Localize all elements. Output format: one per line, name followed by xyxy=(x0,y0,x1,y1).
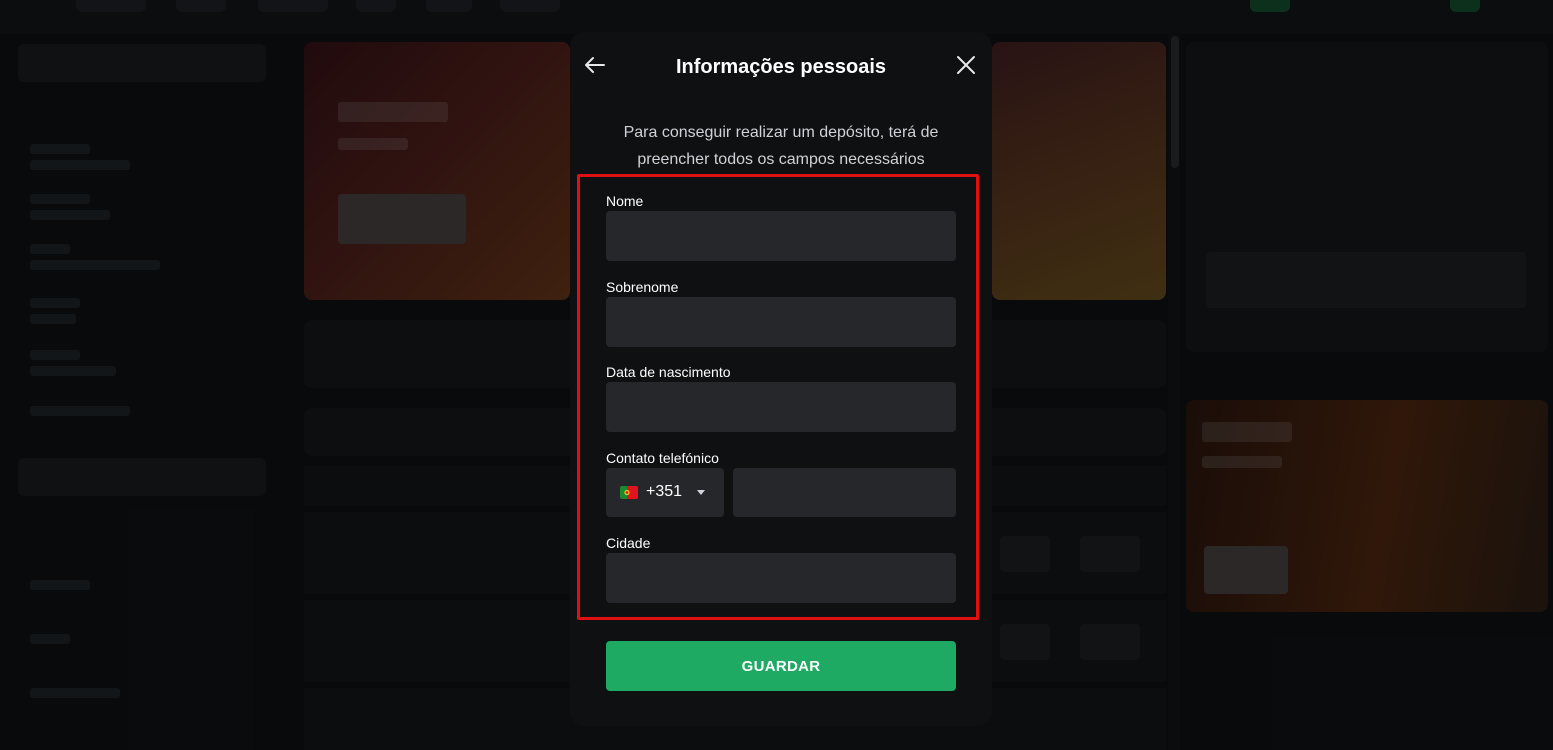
country-code-select[interactable]: +351 xyxy=(606,468,724,517)
city-label: Cidade xyxy=(606,535,651,551)
birth-date-input[interactable] xyxy=(606,382,956,432)
save-button[interactable]: GUARDAR xyxy=(606,641,956,691)
first-name-label: Nome xyxy=(606,193,644,209)
last-name-input[interactable] xyxy=(606,297,956,347)
portugal-flag-icon xyxy=(620,486,638,499)
modal-header: Informações pessoais xyxy=(570,32,992,102)
country-code-value: +351 xyxy=(646,483,683,500)
close-icon[interactable] xyxy=(953,52,979,78)
phone-label: Contato telefónico xyxy=(606,450,719,466)
last-name-label: Sobrenome xyxy=(606,279,679,295)
modal-title: Informações pessoais xyxy=(675,56,887,78)
modal-description: Para conseguir realizar um depósito, ter… xyxy=(623,124,939,168)
city-input[interactable] xyxy=(606,553,956,603)
personal-info-modal: Informações pessoais Para conseguir real… xyxy=(570,32,992,726)
birth-date-label: Data de nascimento xyxy=(606,364,731,380)
page: Informações pessoais Para conseguir real… xyxy=(0,0,1553,750)
phone-number-input[interactable] xyxy=(733,468,956,517)
arrow-left-icon[interactable] xyxy=(582,52,608,78)
caret-down-icon xyxy=(697,490,705,495)
first-name-input[interactable] xyxy=(606,211,956,261)
